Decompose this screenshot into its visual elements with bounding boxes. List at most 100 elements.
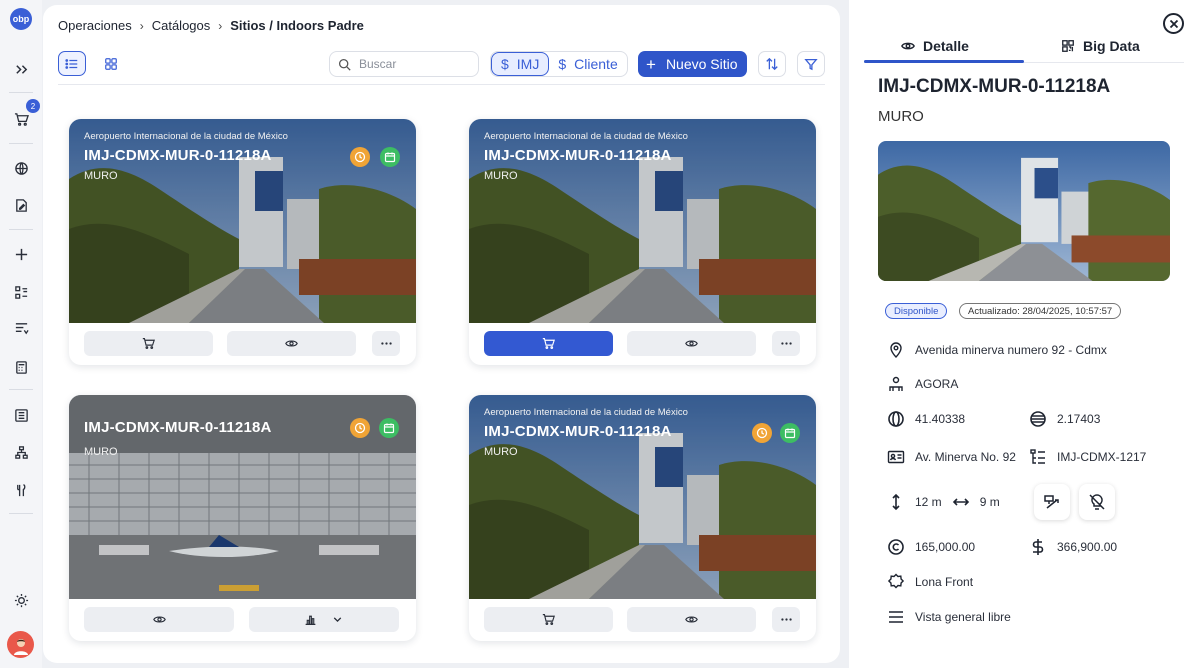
card-address: Aeropuerto Internacional de la ciudad de… <box>484 131 688 142</box>
illumination-button[interactable] <box>1034 484 1070 520</box>
globe-lines-icon <box>1030 411 1046 427</box>
view-details-button[interactable] <box>627 331 756 356</box>
cart-icon <box>542 614 555 625</box>
filter-icon <box>804 58 818 71</box>
sort-arrows-icon <box>766 57 778 71</box>
chevron-right-icon: › <box>218 18 223 33</box>
card-site-type: MURO <box>484 170 518 182</box>
site-card[interactable]: IMJ-CDMX-MUR-0-11218A MURO <box>69 395 416 641</box>
detail-site-code: IMJ-CDMX-MUR-0-11218A <box>878 76 1111 97</box>
rail-divider <box>9 143 33 144</box>
card-site-code: IMJ-CDMX-MUR-0-11218A <box>84 419 272 436</box>
rail-edit-button[interactable] <box>7 191 35 219</box>
more-horizontal-icon <box>780 342 792 345</box>
more-options-button[interactable] <box>772 331 800 356</box>
rail-tools-button[interactable] <box>7 476 35 504</box>
height-value: 12 m <box>915 495 942 509</box>
street-view-image <box>878 141 1170 281</box>
site-card[interactable]: Aeropuerto Internacional de la ciudad de… <box>469 395 816 641</box>
sort-button[interactable] <box>758 51 786 77</box>
user-avatar[interactable] <box>7 631 34 658</box>
breadcrumb-item-catalogos[interactable]: Catálogos <box>152 18 211 33</box>
more-horizontal-icon <box>380 342 392 345</box>
view-details-button[interactable] <box>627 607 756 632</box>
list-view-button[interactable] <box>58 51 86 76</box>
longitude-value: 2.17403 <box>1057 412 1101 426</box>
street-value: Av. Minerva No. 92 <box>915 450 1016 464</box>
cart-icon <box>14 112 29 126</box>
expand-rail-button[interactable] <box>7 55 35 83</box>
add-to-cart-button[interactable] <box>484 607 613 632</box>
no-lighting-button[interactable] <box>1079 484 1115 520</box>
rail-divider <box>9 389 33 390</box>
breadcrumb-item-operaciones[interactable]: Operaciones <box>58 18 132 33</box>
status-badge: Disponible <box>885 303 948 319</box>
site-card[interactable]: Aeropuerto Internacional de la ciudad de… <box>469 119 816 365</box>
new-site-button[interactable]: + Nuevo Sitio <box>638 51 747 77</box>
eye-icon <box>152 616 166 623</box>
rail-list-button[interactable] <box>7 278 35 306</box>
material-row: Lona Front <box>887 573 973 591</box>
app-logo[interactable]: obp <box>10 8 32 30</box>
checklist-icon <box>14 285 27 299</box>
calendar-icon <box>383 423 395 434</box>
new-site-label: Nuevo Sitio <box>665 56 738 72</box>
address-row: Avenida minerva numero 92 - Cdmx <box>887 341 1107 359</box>
edit-document-icon <box>15 198 27 212</box>
search-input[interactable] <box>359 57 459 71</box>
rail-calculator-button[interactable] <box>7 353 35 381</box>
rail-add-button[interactable] <box>7 240 35 268</box>
more-options-button[interactable] <box>372 331 400 356</box>
street-row: Av. Minerva No. 92 <box>887 448 1016 466</box>
rail-filter-list-button[interactable] <box>7 314 35 342</box>
more-options-button[interactable] <box>772 607 800 632</box>
view-details-button[interactable] <box>227 331 356 356</box>
person-building-icon <box>889 376 903 391</box>
vertical-arrows-icon <box>892 493 900 511</box>
currency-imj-label: IMJ <box>516 56 540 72</box>
rail-divider <box>9 229 33 230</box>
view-details-button[interactable] <box>84 607 234 632</box>
tab-big-data-label: Big Data <box>1083 38 1140 54</box>
pending-clock-badge <box>752 423 772 443</box>
lighting-icon <box>1044 495 1059 509</box>
tab-big-data[interactable]: Big Data <box>1061 38 1140 54</box>
rail-catalog-button[interactable] <box>7 401 35 429</box>
dollar-icon: $ <box>501 56 509 72</box>
plus-icon: + <box>646 54 656 74</box>
card-address: Aeropuerto Internacional de la ciudad de… <box>484 407 688 418</box>
cost-value: 165,000.00 <box>915 540 976 554</box>
currency-cliente-button[interactable]: $ Cliente <box>549 52 626 76</box>
clock-icon <box>354 151 366 163</box>
stats-dropdown-button[interactable] <box>249 607 399 632</box>
cart-count-badge: 2 <box>26 99 40 113</box>
calculator-icon <box>15 360 27 374</box>
toolbar-divider <box>58 84 825 85</box>
grid-view-button[interactable] <box>97 51 125 76</box>
filter-button[interactable] <box>797 51 825 77</box>
rail-hierarchy-button[interactable] <box>7 438 35 466</box>
globe-icon <box>888 411 904 427</box>
add-to-cart-button[interactable] <box>484 331 613 356</box>
tools-icon <box>16 483 25 496</box>
add-to-cart-button[interactable] <box>84 331 213 356</box>
material-value: Lona Front <box>915 575 974 589</box>
more-horizontal-icon <box>780 618 792 621</box>
calendar-badge <box>380 147 400 167</box>
rail-cart-button[interactable]: 2 <box>7 99 40 133</box>
grid-icon <box>105 57 117 70</box>
sun-icon <box>14 593 28 607</box>
currency-imj-button[interactable]: $ IMJ <box>491 52 550 76</box>
tab-detalle[interactable]: Detalle <box>901 38 969 54</box>
site-card[interactable]: Aeropuerto Internacional de la ciudad de… <box>69 119 416 365</box>
calendar-icon <box>384 152 396 163</box>
rail-divider <box>9 92 33 93</box>
rail-globe-button[interactable] <box>7 154 35 182</box>
copyright-coin-icon <box>888 539 904 555</box>
price-value: 366,900.00 <box>1057 540 1118 554</box>
close-panel-button[interactable] <box>1163 13 1184 34</box>
theme-toggle-button[interactable] <box>7 586 35 614</box>
reference-code-value: IMJ-CDMX-1217 <box>1057 450 1147 464</box>
calendar-icon <box>784 428 796 439</box>
chevron-right-icon: › <box>139 18 144 33</box>
